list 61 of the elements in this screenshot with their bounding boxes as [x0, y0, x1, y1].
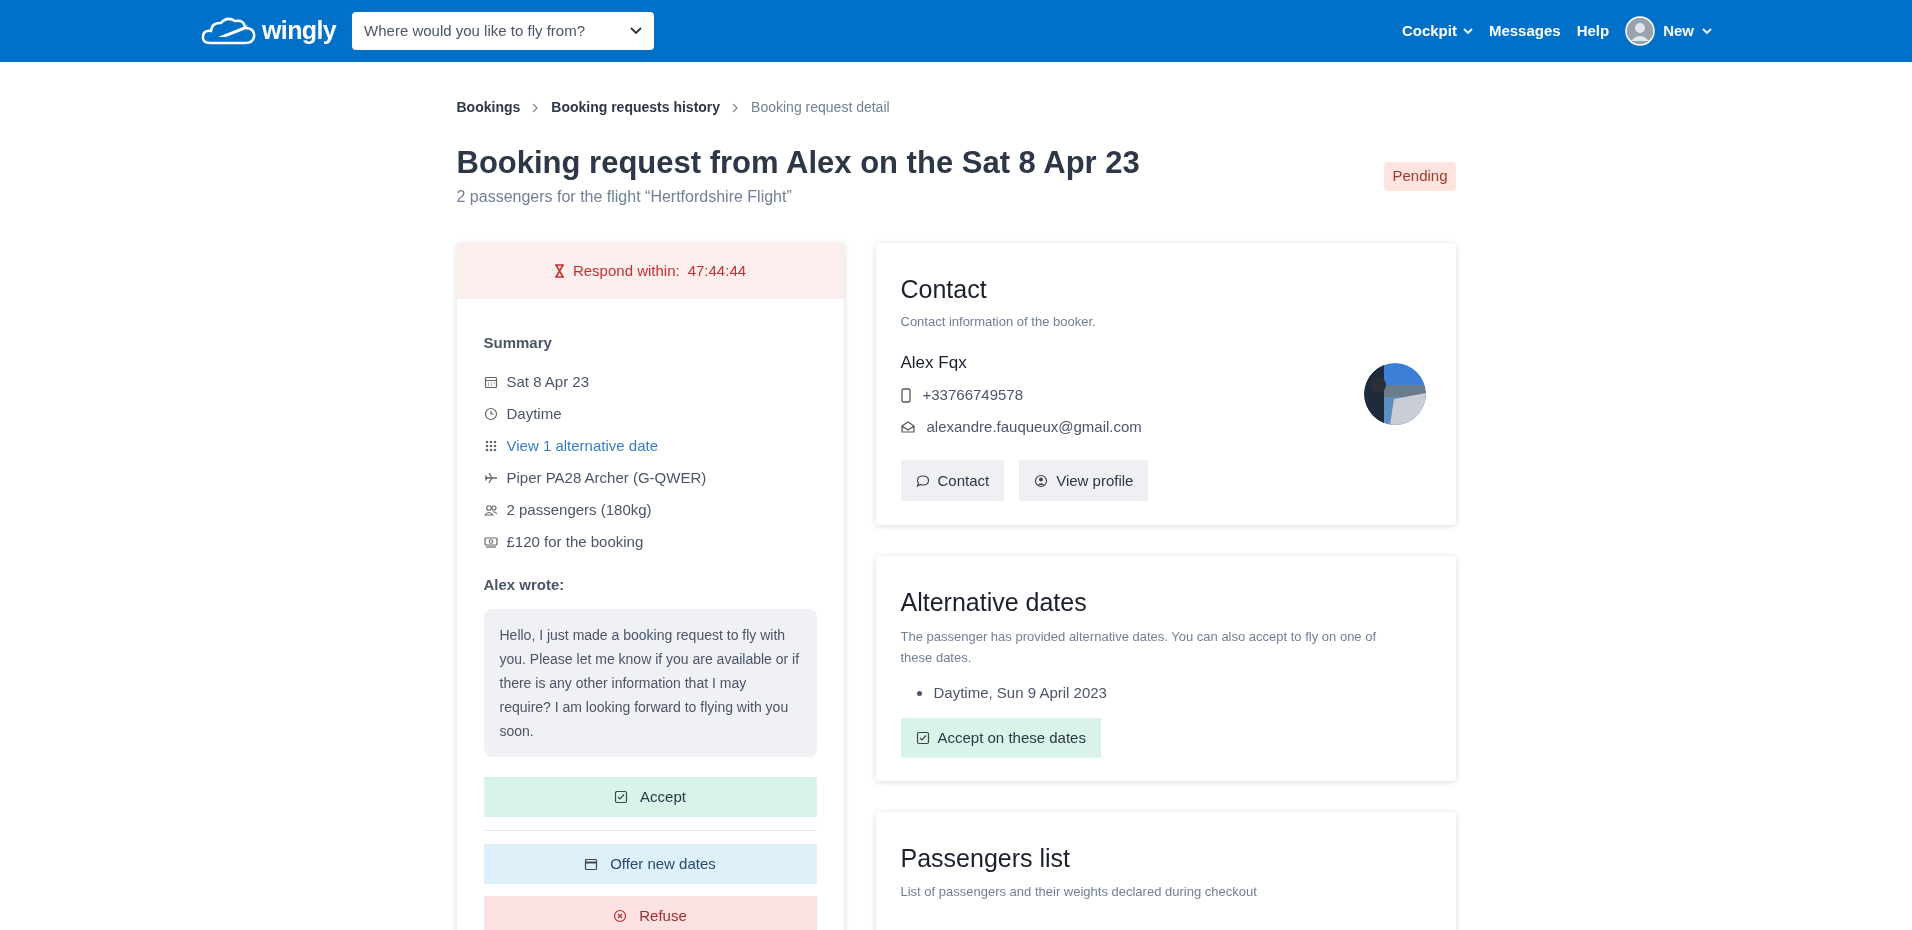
summary-heading: Summary: [483, 332, 553, 353]
contact-name: Alex Fqx: [900, 351, 968, 374]
alternative-date-link[interactable]: View 1 alternative date: [506, 435, 658, 458]
summary-item: 2 passengers (180kg): [506, 500, 652, 520]
message-label: Alex wrote:: [483, 575, 566, 596]
card-description: The passenger has provided alternative dates. You can also accept to fly on one of these dates.: [900, 627, 1378, 667]
email-address[interactable]: alexandre.fauqueux@gmail.com: [926, 415, 1142, 439]
chevron-down-icon: [630, 27, 643, 35]
contact-button[interactable]: Contact: [900, 460, 1005, 502]
breadcrumb-link[interactable]: Booking requests history: [551, 97, 721, 118]
chevron-down-icon: [1702, 27, 1712, 35]
x-circle-icon: [613, 908, 628, 923]
page-title: Booking request from Alex on the Sat 8 Apr 23: [456, 144, 1140, 182]
check-square-icon: [614, 789, 629, 804]
nav-link[interactable]: Help: [1576, 19, 1610, 43]
logo-text[interactable]: wingly: [262, 12, 337, 50]
breadcrumb-link[interactable]: Bookings: [456, 97, 521, 118]
summary-item: Sat 8 Apr 23: [506, 372, 590, 392]
grid-icon: [483, 439, 498, 454]
search-field[interactable]: Where would you like to fly from?: [352, 12, 655, 50]
message-text: Hello, I just made a booking request to fly with you. Please let me know if you are available or if there is any other information that I may require? I am looking forward to flying with you soon.: [483, 608, 817, 757]
status-badge: Pending: [1384, 162, 1456, 191]
user-circle-icon: [1034, 473, 1049, 488]
check-square-icon: [915, 731, 930, 746]
refuse-button[interactable]: Refuse: [483, 895, 817, 930]
page-subtitle: 2 passengers for the flight “Hertfordshire Flight”: [456, 186, 793, 207]
chevron-right-icon: [532, 102, 540, 113]
users-icon: [483, 503, 498, 518]
nav-link[interactable]: Cockpit: [1401, 19, 1473, 43]
hourglass-icon: [553, 263, 565, 278]
summary-item: £120 for the booking: [506, 532, 644, 552]
countdown-timer: 47:44:44: [687, 260, 747, 281]
calendar-icon: [483, 375, 498, 390]
phone-number: +33766749578: [922, 385, 1024, 406]
clock-icon: [483, 407, 498, 422]
card-title: Passengers list: [900, 843, 1072, 875]
phone-icon: [900, 388, 911, 403]
banknote-icon: [483, 535, 498, 550]
card-description: List of passengers and their weights declared during checkout: [900, 882, 1258, 901]
card-title: Contact: [900, 273, 988, 305]
account-menu[interactable]: New: [1625, 16, 1712, 46]
alternative-date: Daytime, Sun 9 April 2023: [933, 682, 1107, 703]
accept-dates-button[interactable]: Accept on these dates: [900, 718, 1101, 759]
view-profile-button[interactable]: View profile: [1019, 460, 1149, 502]
bullet-icon: [916, 690, 922, 696]
timer-label: Respond within:: [572, 260, 680, 281]
accept-button[interactable]: Accept: [483, 776, 817, 817]
airplane-icon: [483, 471, 498, 486]
summary-item: Piper PA28 Archer (G-QWER): [506, 468, 707, 488]
card-description: Contact information of the booker.: [900, 313, 1097, 332]
chevron-right-icon: [732, 102, 740, 113]
offer-dates-button[interactable]: Offer new dates: [483, 843, 817, 884]
chat-bubble-icon: [915, 473, 930, 488]
card-title: Alternative dates: [900, 587, 1088, 619]
envelope-icon: [900, 421, 915, 433]
breadcrumb-link[interactable]: Booking request detail: [751, 97, 890, 118]
chevron-down-icon: [1462, 27, 1473, 35]
summary-item: Daytime: [506, 404, 562, 424]
avatar-icon: [1625, 16, 1656, 46]
calendar-icon: [584, 856, 599, 871]
nav-link[interactable]: Messages: [1488, 19, 1561, 43]
